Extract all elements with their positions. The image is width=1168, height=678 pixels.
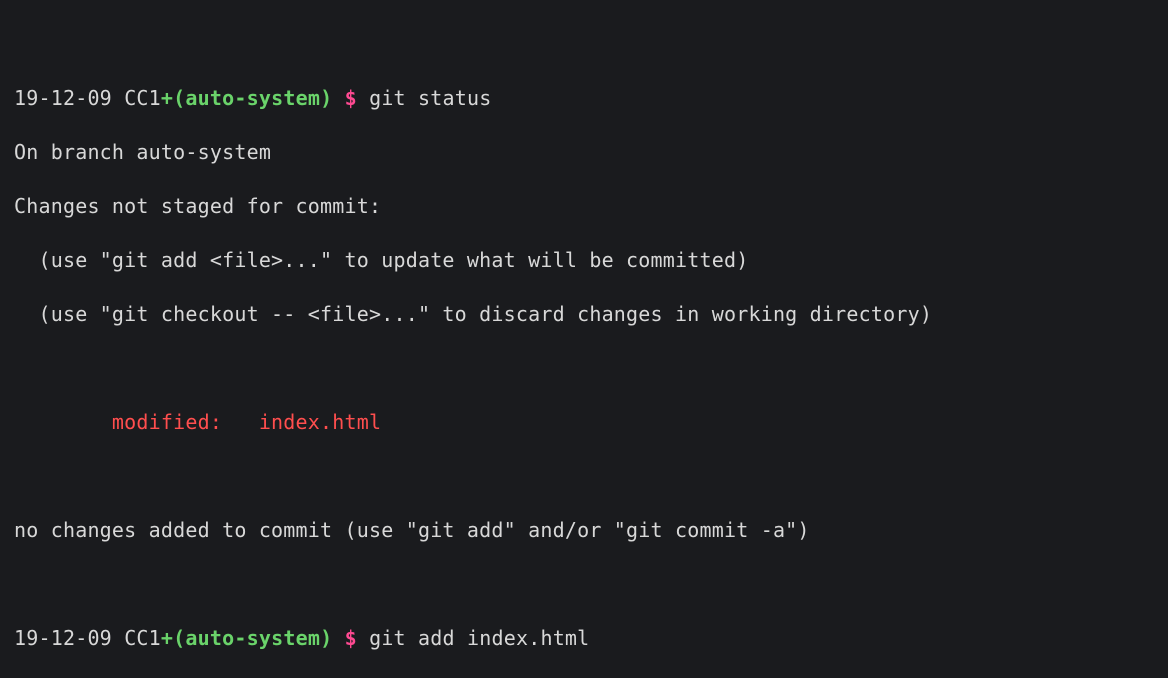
output-blank (14, 463, 1154, 490)
output-line: (use "git add <file>..." to update what … (14, 247, 1154, 274)
paren-close: ) (320, 86, 332, 110)
terminal-output[interactable]: 19-12-09 CC1+(auto-system) $ git status … (0, 0, 1168, 678)
output-line: Changes not staged for commit: (14, 193, 1154, 220)
prompt-symbol: $ (345, 626, 357, 650)
output-line: (use "git checkout -- <file>..." to disc… (14, 301, 1154, 328)
branch-name: auto-system (185, 86, 320, 110)
git-dirty-flag: + (161, 626, 173, 650)
paren-open: ( (173, 626, 185, 650)
branch-name: auto-system (185, 626, 320, 650)
git-dirty-flag: + (161, 86, 173, 110)
paren-open: ( (173, 86, 185, 110)
timestamp: 19-12-09 (14, 626, 112, 650)
paren-close: ) (320, 626, 332, 650)
output-line: On branch auto-system (14, 139, 1154, 166)
prompt-line: 19-12-09 CC1+(auto-system) $ git add ind… (14, 625, 1154, 652)
prompt-line: 19-12-09 CC1+(auto-system) $ git status (14, 85, 1154, 112)
output-line: no changes added to commit (use "git add… (14, 517, 1154, 544)
prompt-symbol: $ (345, 86, 357, 110)
output-blank (14, 355, 1154, 382)
modified-unstaged: modified: index.html (14, 409, 1154, 436)
host: CC1 (124, 626, 161, 650)
host: CC1 (124, 86, 161, 110)
command-text: git add index.html (369, 626, 589, 650)
command-text: git status (369, 86, 491, 110)
timestamp: 19-12-09 (14, 86, 112, 110)
